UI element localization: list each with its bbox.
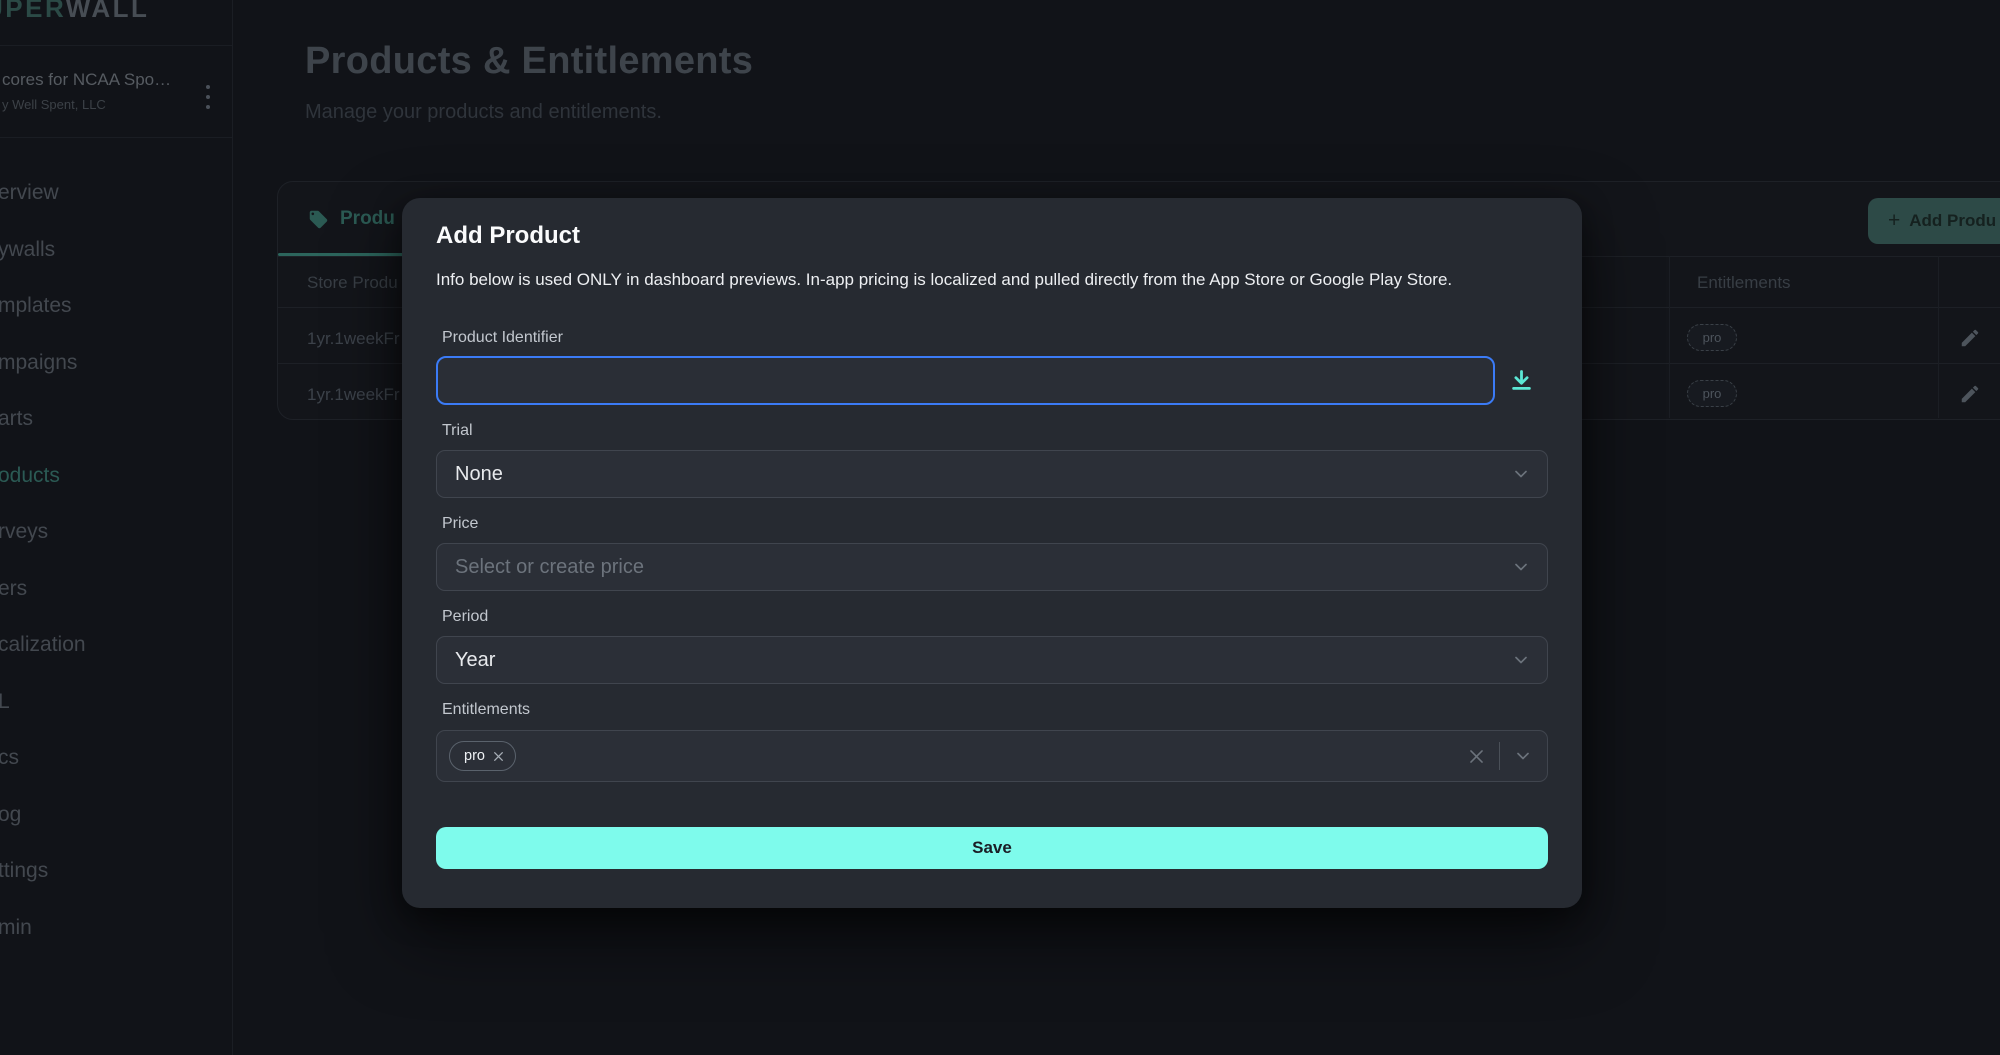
sidebar-item-products[interactable]: oducts — [0, 448, 233, 505]
tag-icon — [308, 209, 329, 230]
column-separator — [1669, 256, 1670, 418]
product-identifier-row — [436, 356, 1548, 405]
entitlements-label: Entitlements — [436, 700, 1548, 720]
chevron-down-icon — [1511, 557, 1531, 577]
tab-products-label: Produ — [340, 208, 395, 230]
sidebar-item-templates[interactable]: mplates — [0, 278, 233, 335]
table-row-product[interactable]: 1yr.1weekFr — [307, 385, 400, 405]
sidebar-item-label: mplates — [0, 294, 72, 318]
sidebar-item-label: rveys — [0, 520, 48, 544]
sidebar-divider — [0, 45, 233, 46]
page-subtitle: Manage your products and entitlements. — [305, 101, 662, 124]
logo-text-teal: UPER — [0, 0, 66, 23]
superwall-logo: UPERWALL — [0, 0, 149, 24]
sidebar-item-surveys[interactable]: rveys — [0, 504, 233, 561]
add-product-modal: Add Product Info below is used ONLY in d… — [402, 198, 1582, 908]
sidebar-divider — [0, 137, 233, 138]
sidebar-item-users[interactable]: ers — [0, 561, 233, 618]
sidebar-item-log[interactable]: og — [0, 787, 233, 844]
add-product-button[interactable]: + Add Produ — [1868, 198, 2000, 244]
edit-pencil-icon[interactable] — [1959, 383, 1981, 405]
import-download-button[interactable] — [1495, 367, 1548, 394]
clear-all-icon[interactable] — [1467, 747, 1486, 766]
sidebar-item-label: cs — [0, 746, 19, 770]
column-header-entitlements: Entitlements — [1697, 273, 1791, 293]
logo-text-light: WALL — [66, 0, 150, 23]
edit-pencil-icon[interactable] — [1959, 327, 1981, 349]
sidebar-item-settings[interactable]: ttings — [0, 843, 233, 900]
trial-value: None — [455, 463, 503, 486]
sidebar-item-label: oducts — [0, 464, 60, 488]
period-label: Period — [436, 607, 1548, 627]
price-label: Price — [436, 514, 1548, 534]
sidebar-item-charts[interactable]: arts — [0, 391, 233, 448]
workspace-company: y Well Spent, LLC — [2, 97, 192, 112]
trial-label: Trial — [436, 421, 1548, 441]
column-header-store-product: Store Produ — [307, 273, 398, 293]
sidebar-item-label: ywalls — [0, 238, 55, 262]
modal-info-text: Info below is used ONLY in dashboard pre… — [436, 268, 1548, 292]
entitlements-multiselect[interactable]: pro — [436, 730, 1548, 782]
period-select[interactable]: Year — [436, 636, 1548, 684]
add-product-label: Add Produ — [1909, 211, 1996, 231]
sidebar-item-label: L — [0, 690, 10, 714]
sidebar-item-admin[interactable]: min — [0, 900, 233, 957]
save-button[interactable]: Save — [436, 827, 1548, 869]
entitlement-badge: pro — [1687, 324, 1737, 351]
workspace-menu-kebab-icon[interactable] — [201, 83, 215, 111]
sidebar-item-overview[interactable]: erview — [0, 165, 233, 222]
sidebar-item-localization[interactable]: calization — [0, 617, 233, 674]
period-value: Year — [455, 649, 495, 672]
trial-select[interactable]: None — [436, 450, 1548, 498]
sidebar-item-label: ers — [0, 577, 27, 601]
sidebar-item-label: erview — [0, 181, 59, 205]
download-icon — [1508, 367, 1535, 394]
sidebar-item-label: calization — [0, 633, 86, 657]
workspace-app-name: cores for NCAA Spo… — [2, 70, 197, 90]
sidebar-item-sql[interactable]: L — [0, 674, 233, 731]
sidebar-item-label: mpaigns — [0, 351, 77, 375]
modal-title: Add Product — [436, 220, 1548, 252]
sidebar-item-label: og — [0, 803, 21, 827]
page-title: Products & Entitlements — [305, 40, 753, 83]
sidebar-item-campaigns[interactable]: mpaigns — [0, 335, 233, 392]
sidebar-item-docs[interactable]: cs — [0, 730, 233, 787]
sidebar-item-label: arts — [0, 407, 33, 431]
sidebar-nav: erview ywalls mplates mpaigns arts oduct… — [0, 165, 233, 956]
multiselect-separator — [1499, 742, 1500, 770]
price-select[interactable]: Select or create price — [436, 543, 1548, 591]
entitlement-chip: pro — [449, 741, 516, 771]
sidebar-item-paywalls[interactable]: ywalls — [0, 222, 233, 279]
product-identifier-input[interactable] — [436, 356, 1495, 405]
sidebar-item-label: min — [0, 916, 32, 940]
entitlement-chip-label: pro — [464, 748, 485, 764]
entitlement-badge: pro — [1687, 380, 1737, 407]
plus-icon: + — [1888, 209, 1900, 233]
sidebar-item-label: ttings — [0, 859, 48, 883]
chevron-down-icon — [1511, 464, 1531, 484]
sidebar: UPERWALL cores for NCAA Spo… y Well Spen… — [0, 0, 233, 1055]
table-row-product[interactable]: 1yr.1weekFr — [307, 329, 400, 349]
product-identifier-label: Product Identifier — [436, 328, 1548, 348]
chevron-down-icon — [1511, 650, 1531, 670]
chevron-down-icon[interactable] — [1513, 746, 1533, 766]
tab-products[interactable]: Produ — [278, 182, 395, 256]
chip-remove-icon[interactable] — [492, 750, 505, 763]
price-placeholder: Select or create price — [455, 556, 644, 579]
column-separator — [1938, 256, 1939, 418]
